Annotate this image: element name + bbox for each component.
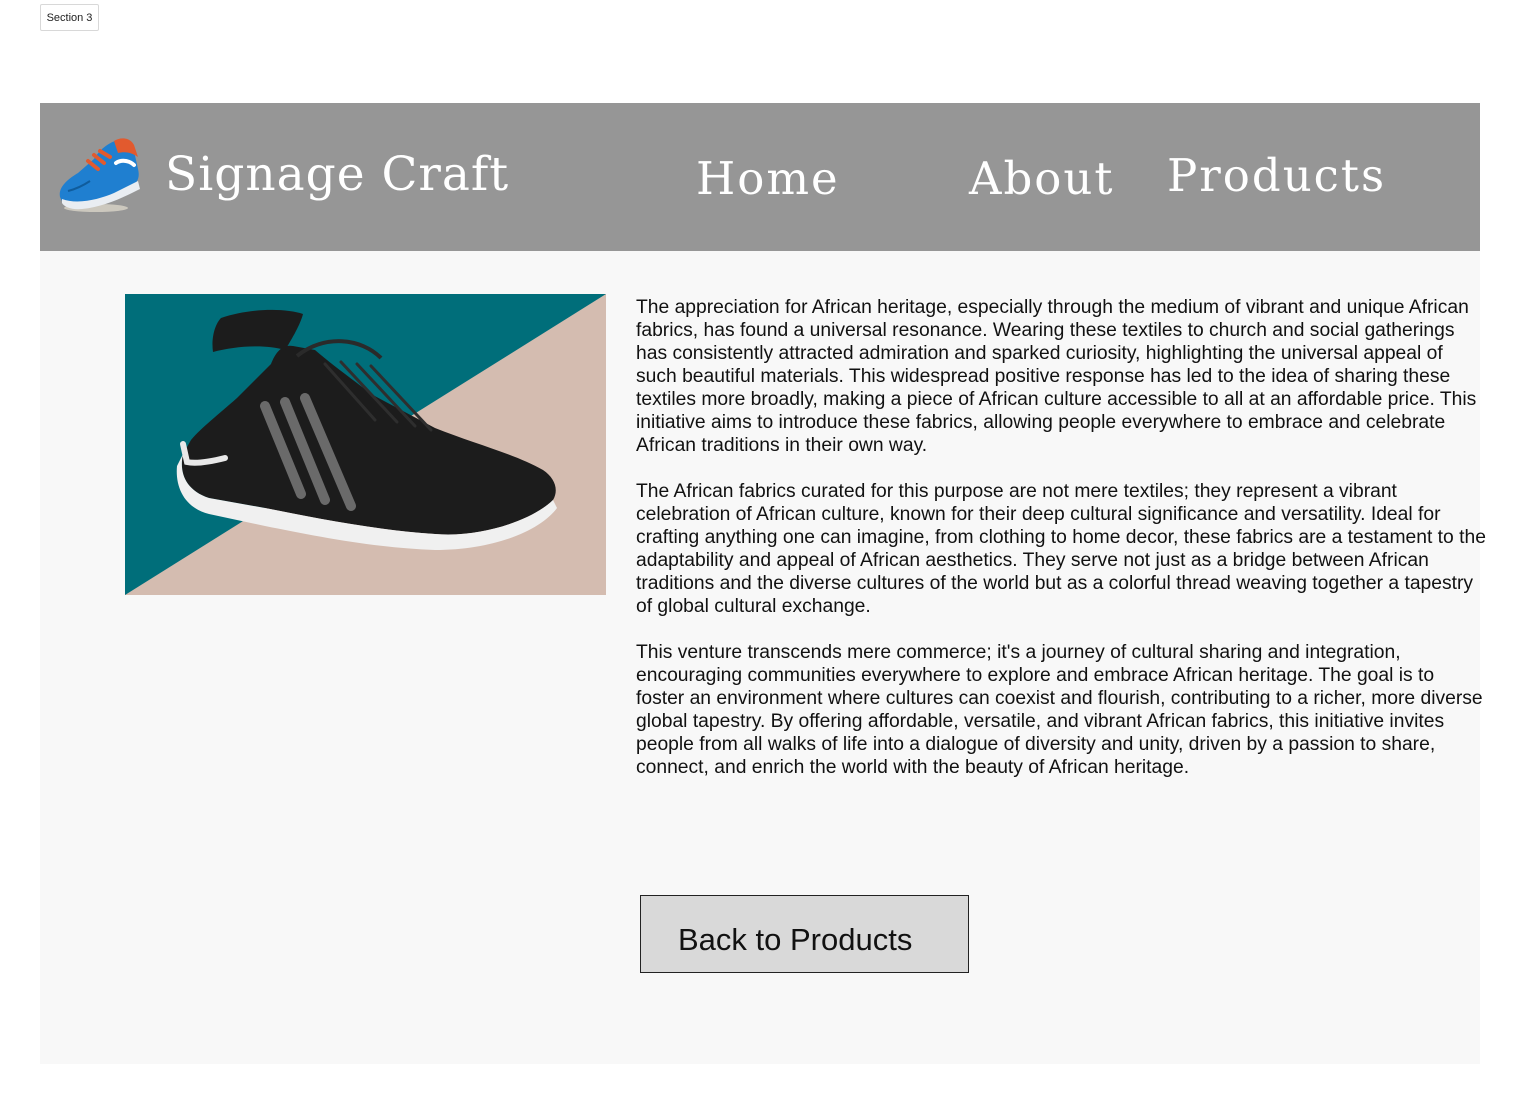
- site-header: Signage Craft Home About Products: [40, 103, 1480, 251]
- brand-name[interactable]: Signage Craft: [165, 147, 509, 203]
- description-paragraph-3: This venture transcends mere commerce; i…: [636, 642, 1483, 778]
- running-shoe-icon[interactable]: [54, 135, 144, 217]
- description-paragraph-2: The African fabrics curated for this pur…: [636, 481, 1486, 617]
- nav-products[interactable]: Products: [1167, 148, 1386, 204]
- page-frame: Signage Craft Home About Products The ap…: [40, 103, 1486, 1064]
- nav-about[interactable]: About: [969, 151, 1114, 207]
- back-to-products-button[interactable]: Back to Products: [640, 895, 969, 973]
- description-paragraph-1: The appreciation for African heritage, e…: [636, 297, 1477, 456]
- section-label: Section 3: [40, 4, 99, 31]
- product-description: The appreciation for African heritage, e…: [636, 296, 1486, 802]
- product-image: [125, 294, 606, 595]
- nav-home[interactable]: Home: [696, 151, 840, 207]
